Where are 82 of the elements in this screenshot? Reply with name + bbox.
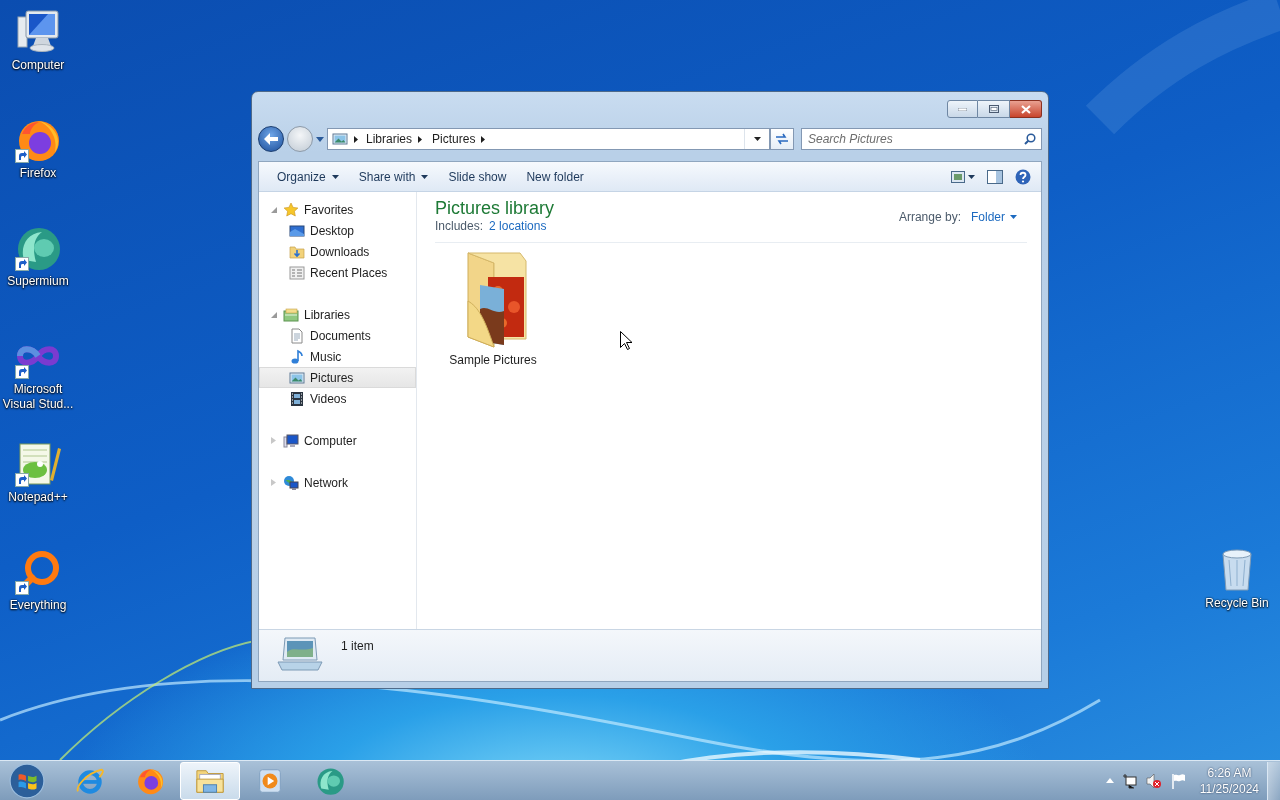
folder-icon	[289, 243, 305, 260]
nav-item[interactable]: Recent Places	[259, 262, 416, 283]
nav-item[interactable]: Computer	[259, 430, 416, 451]
desktop-icon[interactable]: Recycle Bin	[1199, 546, 1275, 611]
film-icon	[289, 390, 305, 407]
caret-icon	[421, 174, 429, 179]
laptop-icon	[277, 636, 323, 672]
breadcrumb-item[interactable]: Pictures	[430, 132, 488, 146]
history-caret-icon[interactable]	[316, 136, 324, 142]
back-button[interactable]	[258, 126, 284, 152]
item-count: 1 item	[341, 639, 374, 653]
music-note-icon	[289, 348, 305, 365]
star-icon	[283, 201, 299, 218]
minimize-icon	[958, 107, 967, 111]
list-icon	[289, 264, 305, 281]
view-icon	[951, 170, 975, 183]
image-icon	[332, 131, 348, 147]
help-icon	[1015, 168, 1031, 185]
library-icon	[283, 306, 299, 323]
speaker-muted-icon[interactable]	[1145, 772, 1162, 789]
locations-link[interactable]: 2 locations	[489, 219, 547, 233]
address-bar[interactable]: Libraries Pictures	[327, 128, 770, 150]
nav-item[interactable]: Pictures	[259, 367, 416, 388]
document-icon	[289, 327, 305, 344]
tray-caret-icon[interactable]	[1105, 778, 1114, 783]
search-icon	[1024, 133, 1036, 145]
globe-monitor-icon	[283, 474, 299, 491]
nav-item[interactable]: Favorites	[259, 199, 416, 220]
search-field[interactable]: Search Pictures	[801, 128, 1042, 150]
includes-label: Includes:	[435, 219, 484, 233]
nav-item[interactable]: Libraries	[259, 304, 416, 325]
arrange-label: Arrange by:	[898, 210, 961, 224]
refresh-button[interactable]	[770, 128, 794, 150]
cursor-icon	[620, 331, 632, 350]
separator-arrow-icon	[418, 135, 423, 143]
arrange-dropdown[interactable]: Folder	[971, 210, 1017, 224]
breadcrumb-item[interactable]: Libraries	[364, 132, 425, 146]
expanded-arrow-icon[interactable]	[271, 311, 277, 318]
close-button[interactable]	[1010, 100, 1042, 118]
maximize-icon	[988, 105, 999, 113]
nav-item[interactable]: Videos	[259, 388, 416, 409]
back-arrow-icon	[264, 133, 278, 145]
network-icon[interactable]	[1121, 772, 1138, 789]
collapsed-arrow-icon[interactable]	[271, 479, 276, 486]
caret-icon	[1010, 215, 1017, 219]
caret-icon	[753, 137, 761, 141]
refresh-icon	[775, 133, 789, 145]
desktop-icon[interactable]: Microsoft Visual Stud...	[0, 332, 76, 412]
desktop-icon[interactable]: Supermium	[0, 224, 76, 289]
toolbar-button[interactable]: New folder	[518, 165, 592, 188]
show-desktop-button[interactable]	[1267, 761, 1280, 800]
preview-pane-icon	[987, 169, 1003, 184]
nav-item[interactable]: Desktop	[259, 220, 416, 241]
nav-item[interactable]: Documents	[259, 325, 416, 346]
screen-icon	[289, 222, 305, 239]
date-text: 11/25/2024	[1199, 780, 1259, 797]
caret-icon	[331, 174, 339, 179]
close-icon	[1020, 104, 1031, 114]
toolbar-button[interactable]: Share with	[350, 165, 437, 188]
collapsed-arrow-icon[interactable]	[271, 437, 276, 444]
image-icon	[289, 369, 305, 386]
toolbar-button[interactable]: Slide show	[440, 165, 515, 188]
time-text: 6:26 AM	[1207, 764, 1252, 781]
nav-item[interactable]: Network	[259, 472, 416, 493]
separator-arrow-icon	[354, 135, 358, 143]
taskbar-button[interactable]	[180, 761, 240, 800]
desktop-icon[interactable]: Everything	[0, 548, 76, 613]
expanded-arrow-icon[interactable]	[271, 206, 277, 213]
windows-orb-icon	[8, 761, 46, 800]
maximize-button[interactable]	[978, 100, 1010, 118]
desktop-icon[interactable]: Notepad++	[0, 440, 76, 505]
library-title: Pictures library	[435, 197, 555, 219]
monitor-icon	[283, 432, 299, 449]
flag-icon[interactable]	[1169, 772, 1186, 789]
desktop-icon[interactable]: Firefox	[0, 116, 76, 181]
nav-item[interactable]: Music	[259, 346, 416, 367]
separator-arrow-icon	[481, 135, 486, 143]
desktop-icon[interactable]: Computer	[0, 8, 76, 73]
folder-item[interactable]: Sample Pictures	[441, 251, 545, 367]
nav-item[interactable]: Downloads	[259, 241, 416, 262]
minimize-button[interactable]	[947, 100, 978, 118]
toolbar-button[interactable]: Organize	[269, 165, 347, 188]
